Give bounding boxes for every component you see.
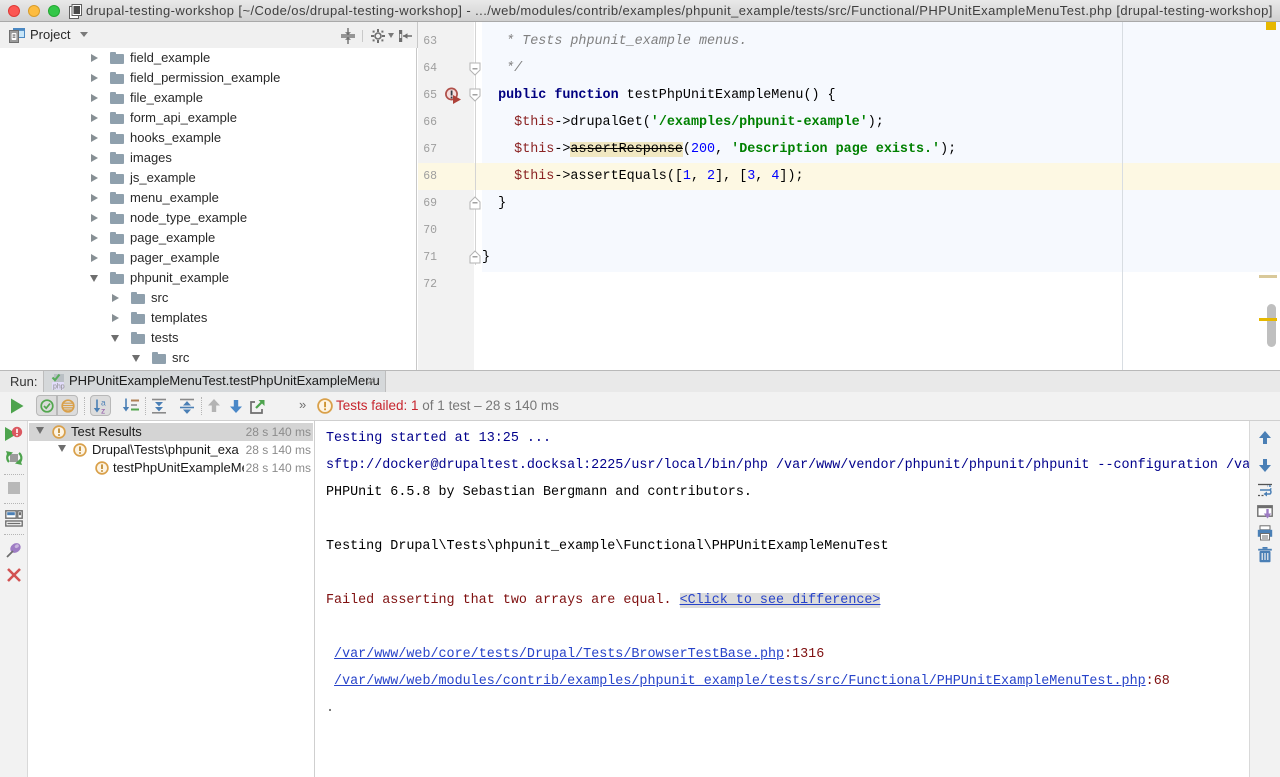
svg-text:z: z: [101, 406, 105, 415]
svg-text:php: php: [53, 383, 65, 390]
